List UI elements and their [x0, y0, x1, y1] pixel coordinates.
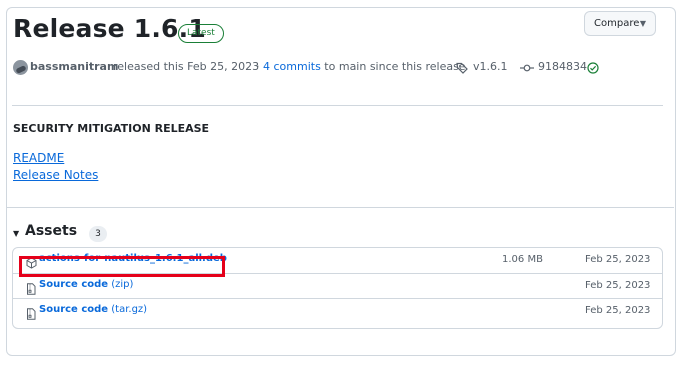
asset-link-source-targz[interactable]: Source code (tar.gz) [39, 304, 147, 315]
asset-kind: (tar.gz) [108, 304, 148, 315]
asset-name: Source code [39, 279, 109, 290]
file-zip-icon [26, 280, 36, 299]
asset-kind: (zip) [108, 279, 134, 290]
asset-name: Source code [39, 304, 109, 315]
asset-link-source-zip[interactable]: Source code (zip) [39, 279, 133, 290]
file-zip-icon [26, 305, 36, 324]
caret-down-icon[interactable]: ▼ [13, 229, 19, 238]
assets-divider [6, 207, 674, 208]
asset-row: Source code (tar.gz) Feb 25, 2023 [13, 298, 662, 324]
highlight-annotation-box [19, 256, 225, 277]
asset-date: Feb 25, 2023 [585, 280, 651, 291]
asset-date: Feb 25, 2023 [585, 254, 651, 265]
assets-count-badge: 3 [89, 226, 107, 242]
assets-title[interactable]: Assets [25, 223, 77, 239]
asset-size: 1.06 MB [502, 254, 543, 265]
asset-date: Feb 25, 2023 [585, 305, 651, 316]
